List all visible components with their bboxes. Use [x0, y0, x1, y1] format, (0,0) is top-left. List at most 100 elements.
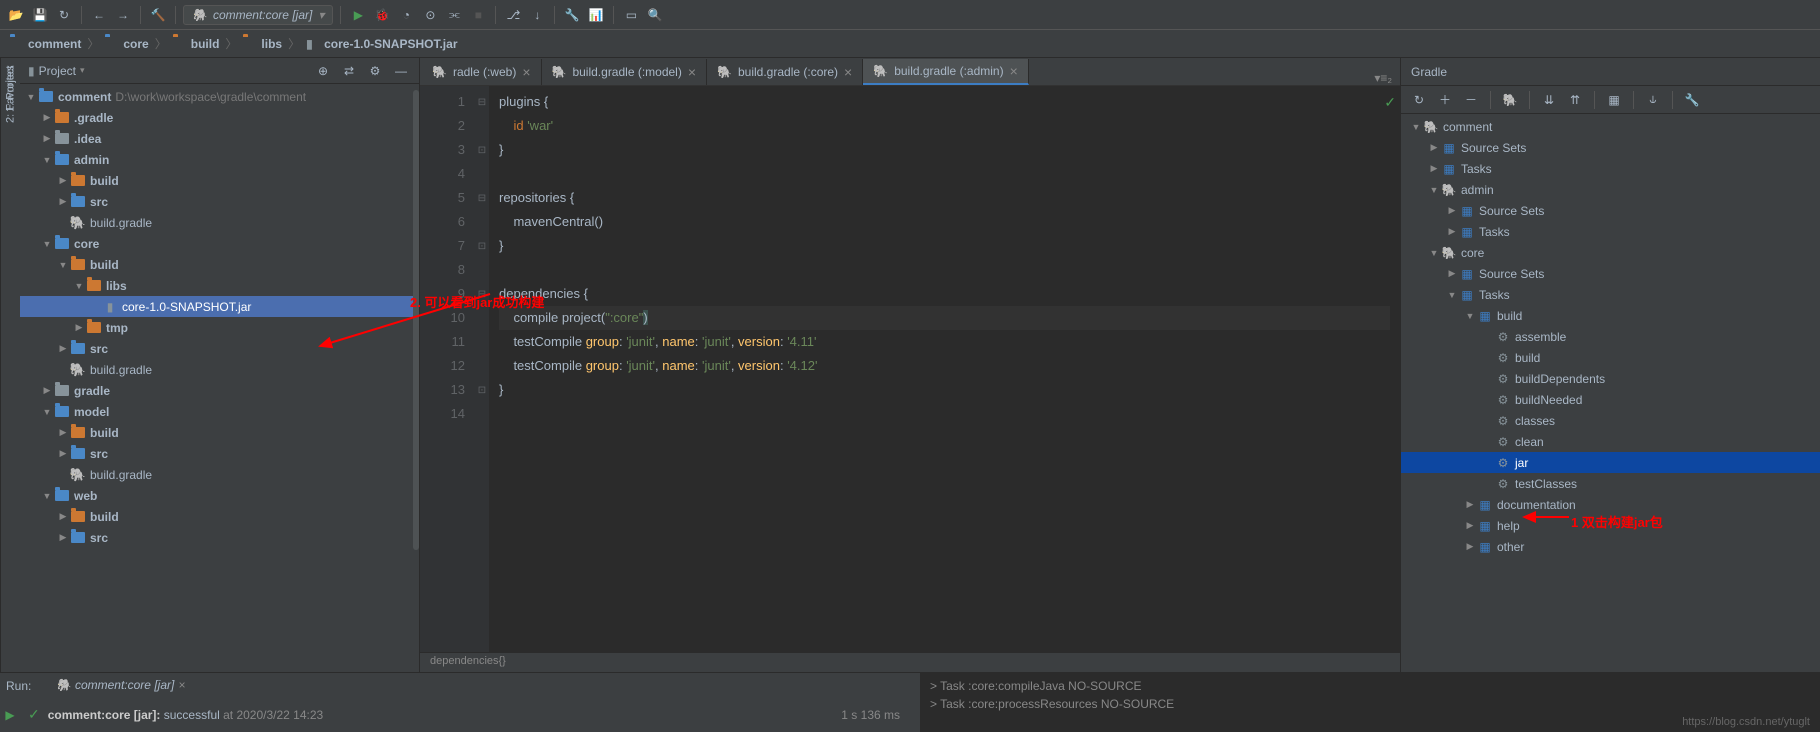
gradle-task-row[interactable]: ⚙testClasses: [1401, 473, 1820, 494]
structure-icon[interactable]: 📊: [586, 5, 606, 25]
project-scrollbar[interactable]: [413, 90, 419, 550]
gradle-task-row[interactable]: ⚙jar: [1401, 452, 1820, 473]
run-config-dropdown[interactable]: 🐘 comment:core [jar] ▾: [183, 5, 333, 25]
tree-row[interactable]: ▶build: [20, 422, 419, 443]
tree-row[interactable]: ▶tmp: [20, 317, 419, 338]
stop-icon[interactable]: ■: [468, 5, 488, 25]
code-editor[interactable]: ✓ plugins { id 'war'}repositories { mave…: [489, 86, 1400, 652]
gradle-tree[interactable]: ▼🐘comment▶▦Source Sets▶▦Tasks▼🐘admin▶▦So…: [1401, 114, 1820, 672]
editor-tab[interactable]: 🐘build.gradle (:model)×: [542, 59, 708, 85]
coverage-icon[interactable]: ◔: [396, 5, 416, 25]
close-tab-icon[interactable]: ×: [522, 64, 530, 80]
project-tree[interactable]: ▼ comment D:\work\workspace\gradle\comme…: [20, 84, 419, 672]
editor-tab[interactable]: 🐘build.gradle (:core)×: [707, 59, 863, 85]
tree-row[interactable]: ▼build: [20, 254, 419, 275]
tree-row[interactable]: ▼libs: [20, 275, 419, 296]
favorites-tab-label[interactable]: 2: Favorites: [5, 66, 17, 123]
tree-row[interactable]: 🐘build.gradle: [20, 359, 419, 380]
tree-row[interactable]: ▶.gradle: [20, 107, 419, 128]
close-tab-icon[interactable]: ×: [844, 64, 852, 80]
refresh-icon[interactable]: ↻: [1409, 90, 1429, 110]
gradle-task-row[interactable]: ⚙assemble: [1401, 326, 1820, 347]
gradle-task-row[interactable]: ▶▦documentation: [1401, 494, 1820, 515]
gradle-task-row[interactable]: ▼🐘admin: [1401, 179, 1820, 200]
tree-row[interactable]: 🐘build.gradle: [20, 464, 419, 485]
gradle-task-row[interactable]: ▼🐘comment: [1401, 116, 1820, 137]
tree-row[interactable]: ▼web: [20, 485, 419, 506]
bc-comment[interactable]: comment: [10, 37, 81, 51]
gradle-task-row[interactable]: ⚙classes: [1401, 410, 1820, 431]
bc-libs[interactable]: libs: [243, 37, 282, 51]
tree-row[interactable]: ▶src: [20, 527, 419, 548]
expand-all-icon[interactable]: ⇊: [1539, 90, 1559, 110]
window-icon[interactable]: ▭: [621, 5, 641, 25]
open-icon[interactable]: 📂: [6, 5, 26, 25]
settings-icon[interactable]: 🔧: [562, 5, 582, 25]
add-icon[interactable]: ＋: [1435, 90, 1455, 110]
fold-column[interactable]: ⊟⊡⊟⊡⊟⊡: [475, 86, 489, 652]
vcs-icon[interactable]: ⎇: [503, 5, 523, 25]
tab-tools[interactable]: ▾≡₂: [1366, 71, 1400, 85]
attach-icon[interactable]: ⫘: [444, 5, 464, 25]
tree-row[interactable]: ▶gradle: [20, 380, 419, 401]
editor-breadcrumb[interactable]: dependencies{}: [420, 652, 1400, 672]
gradle-task-row[interactable]: ⚙clean: [1401, 431, 1820, 452]
gradle-task-row[interactable]: ⚙buildNeeded: [1401, 389, 1820, 410]
tree-root[interactable]: ▼ comment D:\work\workspace\gradle\comme…: [20, 86, 419, 107]
tree-row[interactable]: ▶build: [20, 170, 419, 191]
forward-icon[interactable]: →: [113, 5, 133, 25]
close-run-tab-icon[interactable]: ×: [178, 678, 185, 692]
close-tab-icon[interactable]: ×: [1010, 63, 1018, 79]
wrench-icon[interactable]: 🔧: [1682, 90, 1702, 110]
run-task-icon[interactable]: 🐘: [1500, 90, 1520, 110]
gradle-task-row[interactable]: ▶▦Tasks: [1401, 158, 1820, 179]
debug-icon[interactable]: 🐞: [372, 5, 392, 25]
gradle-task-row[interactable]: ⚙build: [1401, 347, 1820, 368]
update-icon[interactable]: ↓: [527, 5, 547, 25]
tree-row[interactable]: ▶src: [20, 191, 419, 212]
tree-row[interactable]: ▼admin: [20, 149, 419, 170]
tree-row[interactable]: ▶src: [20, 338, 419, 359]
tree-row[interactable]: 🐘build.gradle: [20, 212, 419, 233]
sync-icon[interactable]: ↻: [54, 5, 74, 25]
remove-icon[interactable]: －: [1461, 90, 1481, 110]
bc-build[interactable]: build: [173, 37, 220, 51]
gradle-task-row[interactable]: ⚙buildDependents: [1401, 368, 1820, 389]
gear-icon[interactable]: ⚙: [365, 61, 385, 81]
locate-icon[interactable]: ⊕: [313, 61, 333, 81]
gradle-task-row[interactable]: ▶▦Source Sets: [1401, 200, 1820, 221]
collapse-all-icon[interactable]: ⇈: [1565, 90, 1585, 110]
tree-row[interactable]: ▶build: [20, 506, 419, 527]
tree-row[interactable]: ▮core-1.0-SNAPSHOT.jar: [20, 296, 419, 317]
bc-core[interactable]: core: [105, 37, 148, 51]
gradle-task-row[interactable]: ▶▦Tasks: [1401, 221, 1820, 242]
tree-row[interactable]: ▶src: [20, 443, 419, 464]
close-tab-icon[interactable]: ×: [688, 64, 696, 80]
gradle-task-row[interactable]: ▶▦help: [1401, 515, 1820, 536]
search-icon[interactable]: 🔍: [645, 5, 665, 25]
bc-jar[interactable]: ▮core-1.0-SNAPSHOT.jar: [306, 37, 457, 51]
project-panel-title[interactable]: ▮ Project ▾: [28, 64, 307, 78]
expand-icon[interactable]: ⇄: [339, 61, 359, 81]
hide-icon[interactable]: —: [391, 61, 411, 81]
save-icon[interactable]: 💾: [30, 5, 50, 25]
gradle-task-row[interactable]: ▼▦build: [1401, 305, 1820, 326]
editor-tab[interactable]: 🐘build.gradle (:admin)×: [863, 59, 1029, 85]
gradle-task-row[interactable]: ▶▦Source Sets: [1401, 137, 1820, 158]
tree-row[interactable]: ▼core: [20, 233, 419, 254]
run-tab[interactable]: 🐘 comment:core [jar] ×: [48, 676, 193, 694]
offline-icon[interactable]: ⫝: [1643, 90, 1663, 110]
gradle-task-row[interactable]: ▼🐘core: [1401, 242, 1820, 263]
gradle-task-row[interactable]: ▶▦Source Sets: [1401, 263, 1820, 284]
editor-tab[interactable]: 🐘radle (:web)×: [422, 59, 542, 85]
tree-row[interactable]: ▼model: [20, 401, 419, 422]
tree-row[interactable]: ▶.idea: [20, 128, 419, 149]
back-icon[interactable]: ←: [89, 5, 109, 25]
gradle-task-row[interactable]: ▼▦Tasks: [1401, 284, 1820, 305]
run-icon[interactable]: ▶: [348, 5, 368, 25]
build-icon[interactable]: 🔨: [148, 5, 168, 25]
profile-icon[interactable]: ⊙: [420, 5, 440, 25]
rerun-icon[interactable]: ▶: [0, 705, 20, 725]
tasks-icon[interactable]: ▦: [1604, 90, 1624, 110]
gradle-task-row[interactable]: ▶▦other: [1401, 536, 1820, 557]
